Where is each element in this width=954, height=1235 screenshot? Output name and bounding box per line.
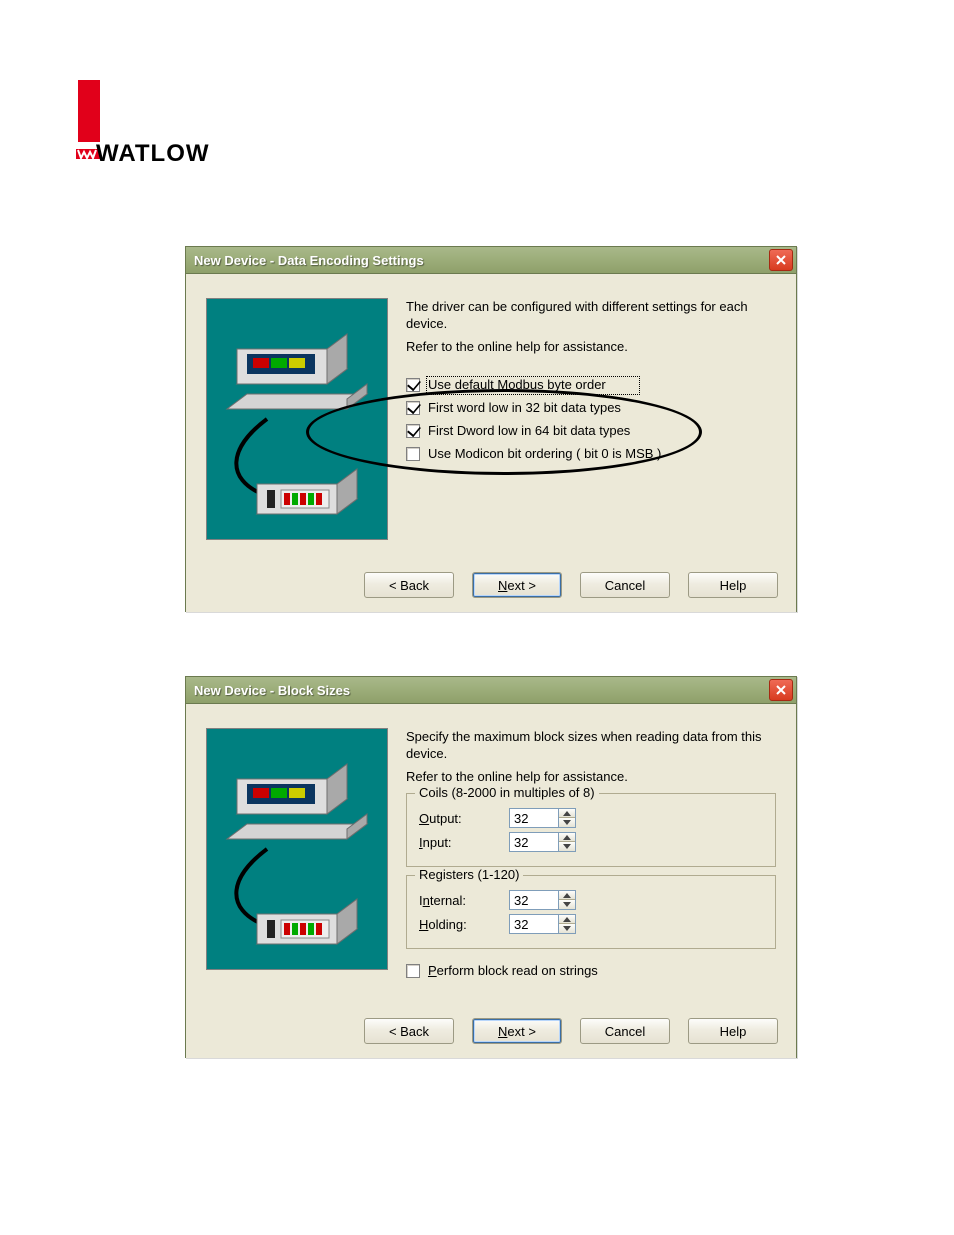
checkbox-label: Use default Modbus byte order xyxy=(428,377,606,392)
cancel-button[interactable]: Cancel xyxy=(580,572,670,598)
close-icon xyxy=(775,254,787,266)
next-button[interactable]: Next > xyxy=(472,572,562,598)
chevron-up-icon xyxy=(563,811,571,816)
field-label: Holding: xyxy=(419,917,509,932)
dialog-block-sizes: New Device - Block Sizes xyxy=(185,676,797,1058)
button-row: < Back Next > Cancel Help xyxy=(364,1018,778,1044)
field-internal: Internal: xyxy=(419,890,763,910)
chevron-down-icon xyxy=(563,902,571,907)
spinner-up-button[interactable] xyxy=(559,891,575,900)
spinner-down-button[interactable] xyxy=(559,818,575,827)
field-output: Output: xyxy=(419,808,763,828)
back-button[interactable]: < Back xyxy=(364,1018,454,1044)
dialog-body: The driver can be configured with differ… xyxy=(186,274,796,612)
chevron-down-icon xyxy=(563,820,571,825)
field-label: Output: xyxy=(419,811,509,826)
check-modicon-bit-ordering: Use Modicon bit ordering ( bit 0 is MSB … xyxy=(406,446,776,461)
chevron-up-icon xyxy=(563,917,571,922)
brand-name: WATLOW xyxy=(96,140,210,168)
check-first-word-low: First word low in 32 bit data types xyxy=(406,400,776,415)
holding-input[interactable] xyxy=(509,914,559,934)
dialog-title: New Device - Block Sizes xyxy=(194,683,350,698)
cancel-button[interactable]: Cancel xyxy=(580,1018,670,1044)
close-button[interactable] xyxy=(769,679,793,701)
field-input: Input: xyxy=(419,832,763,852)
checkbox-modicon-bit-ordering[interactable] xyxy=(406,447,420,461)
spinner-up-button[interactable] xyxy=(559,809,575,818)
field-label: Input: xyxy=(419,835,509,850)
help-button[interactable]: Help xyxy=(688,1018,778,1044)
input-input[interactable] xyxy=(509,832,559,852)
field-holding: Holding: xyxy=(419,914,763,934)
dialog-content: Specify the maximum block sizes when rea… xyxy=(406,728,776,986)
titlebar: New Device - Data Encoding Settings xyxy=(186,247,796,274)
group-legend: Registers (1-120) xyxy=(415,867,523,882)
description-line-1: Specify the maximum block sizes when rea… xyxy=(406,728,776,762)
check-perform-block-read: Perform block read on strings xyxy=(406,963,776,978)
checkbox-label: Perform block read on strings xyxy=(428,963,598,978)
checkbox-first-word-low[interactable] xyxy=(406,401,420,415)
close-icon xyxy=(775,684,787,696)
spinner-down-button[interactable] xyxy=(559,900,575,909)
group-coils: Coils (8-2000 in multiples of 8) Output: xyxy=(406,793,776,867)
chevron-down-icon xyxy=(563,844,571,849)
spinner-holding xyxy=(509,914,576,934)
check-default-byte-order: Use default Modbus byte order xyxy=(406,377,776,392)
wizard-illustration xyxy=(206,298,388,540)
dialog-body: Specify the maximum block sizes when rea… xyxy=(186,704,796,1058)
titlebar: New Device - Block Sizes xyxy=(186,677,796,704)
spinner-up-button[interactable] xyxy=(559,833,575,842)
spinner-down-button[interactable] xyxy=(559,924,575,933)
dialog-title: New Device - Data Encoding Settings xyxy=(194,253,424,268)
field-label: Internal: xyxy=(419,893,509,908)
dialog-data-encoding: New Device - Data Encoding Settings xyxy=(185,246,797,612)
chevron-down-icon xyxy=(563,926,571,931)
spinner-input xyxy=(509,832,576,852)
checkbox-label: First Dword low in 64 bit data types xyxy=(428,423,630,438)
spinner-internal xyxy=(509,890,576,910)
group-registers: Registers (1-120) Internal: Holding: xyxy=(406,875,776,949)
dialog-content: The driver can be configured with differ… xyxy=(406,298,776,469)
output-input[interactable] xyxy=(509,808,559,828)
chevron-up-icon xyxy=(563,893,571,898)
chevron-up-icon xyxy=(563,835,571,840)
description-line-2: Refer to the online help for assistance. xyxy=(406,338,776,355)
description-line-2: Refer to the online help for assistance. xyxy=(406,768,776,785)
group-legend: Coils (8-2000 in multiples of 8) xyxy=(415,785,599,800)
button-row: < Back Next > Cancel Help xyxy=(364,572,778,598)
checkbox-perform-block-read[interactable] xyxy=(406,964,420,978)
next-button[interactable]: Next > xyxy=(472,1018,562,1044)
checkbox-default-byte-order[interactable] xyxy=(406,378,420,392)
internal-input[interactable] xyxy=(509,890,559,910)
spinner-up-button[interactable] xyxy=(559,915,575,924)
document-page: WATLOW New Device - Data Encoding Settin… xyxy=(0,0,954,1235)
check-first-dword-low: First Dword low in 64 bit data types xyxy=(406,423,776,438)
wizard-illustration xyxy=(206,728,388,970)
checkbox-label: First word low in 32 bit data types xyxy=(428,400,621,415)
spinner-down-button[interactable] xyxy=(559,842,575,851)
description-line-1: The driver can be configured with differ… xyxy=(406,298,776,332)
help-button[interactable]: Help xyxy=(688,572,778,598)
spinner-output xyxy=(509,808,576,828)
close-button[interactable] xyxy=(769,249,793,271)
checkbox-group: Use default Modbus byte order First word… xyxy=(406,377,776,461)
checkbox-label: Use Modicon bit ordering ( bit 0 is MSB … xyxy=(428,446,661,461)
checkbox-first-dword-low[interactable] xyxy=(406,424,420,438)
brand-logo: WATLOW xyxy=(78,80,100,160)
back-button[interactable]: < Back xyxy=(364,572,454,598)
